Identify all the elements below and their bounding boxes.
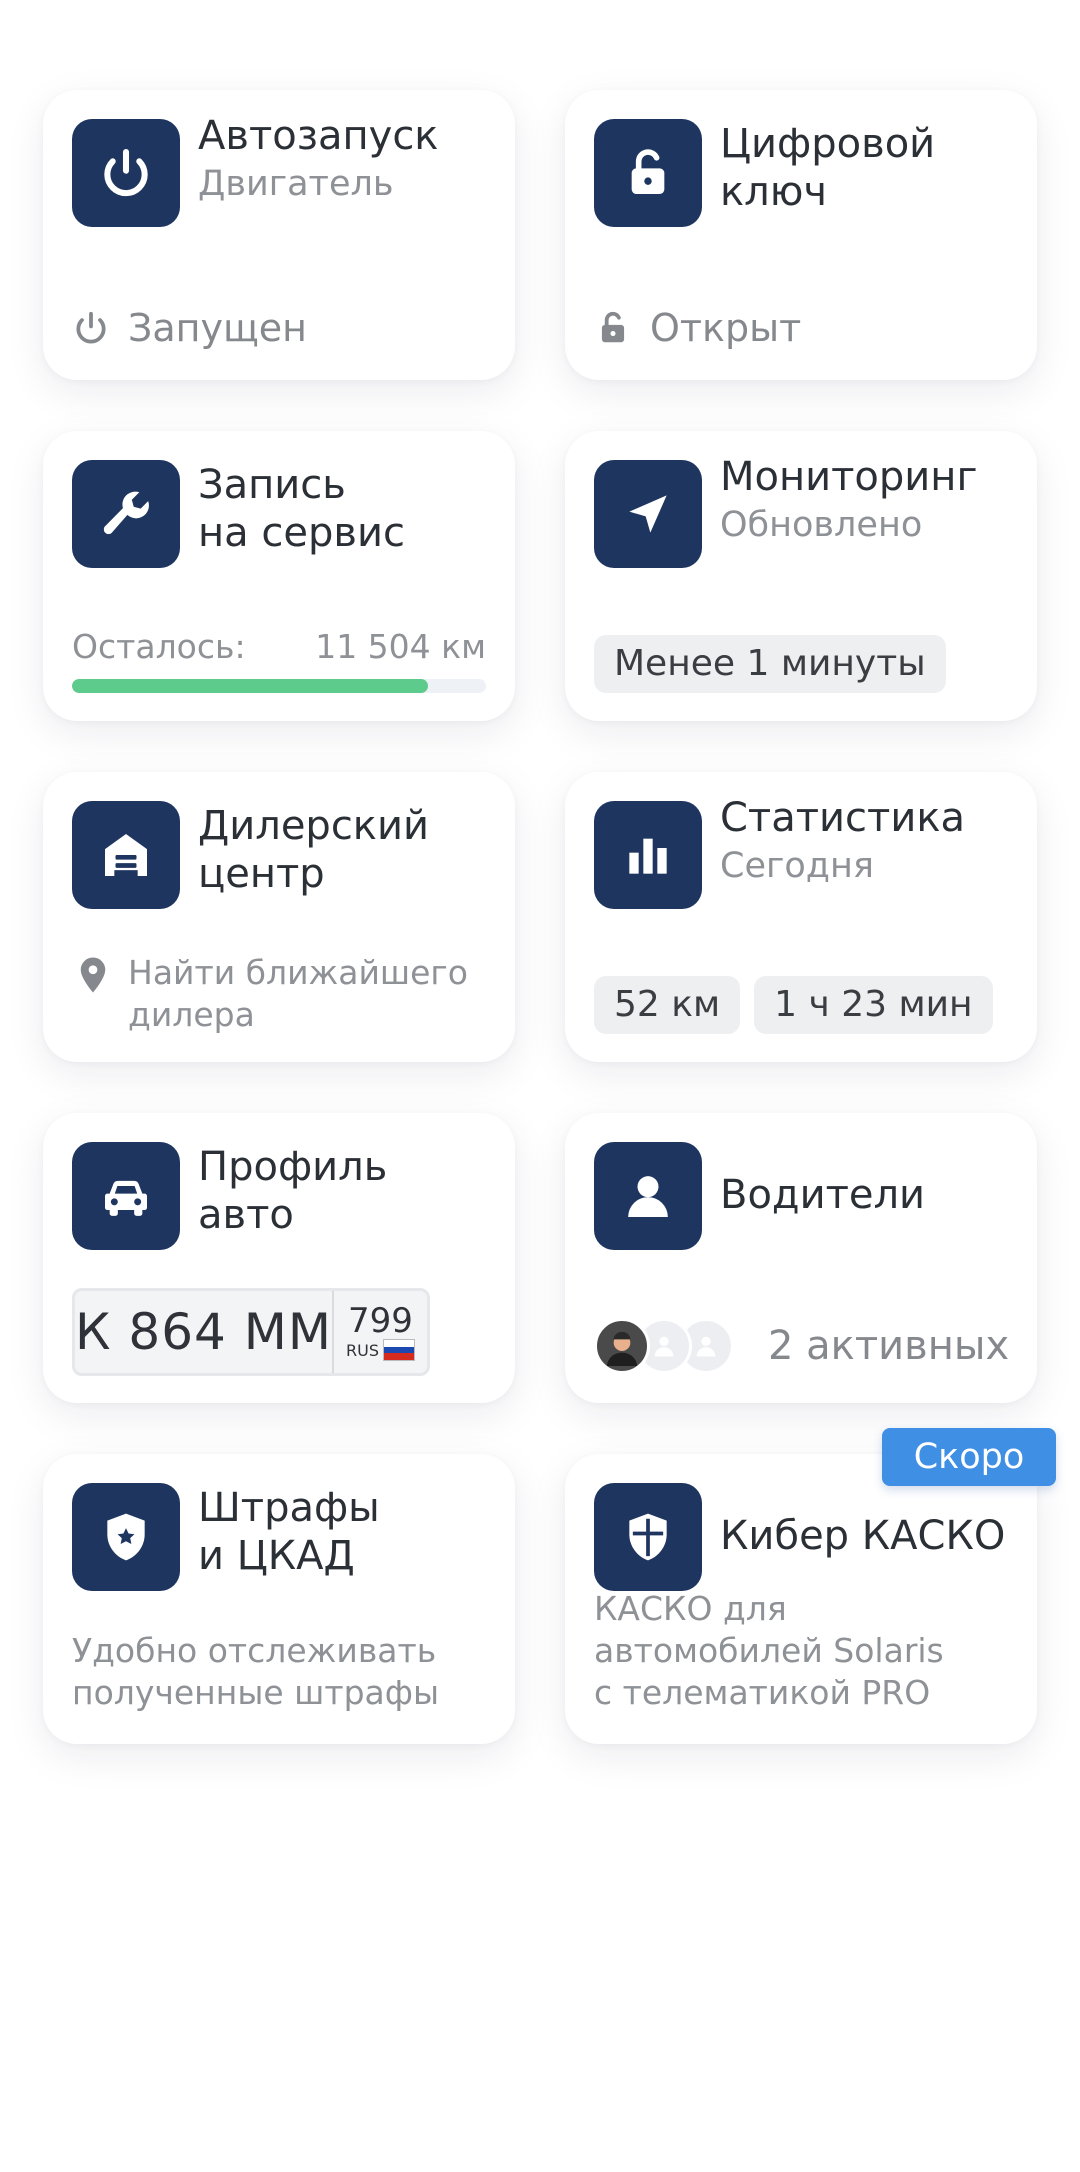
driver-avatar-photo [594,1318,650,1374]
car-profile-card[interactable]: Профиль авто К 864 ММ 799 RUS [43,1113,515,1403]
duration-chip: 1 ч 23 мин [754,976,993,1034]
drivers-title: Водители [720,1172,926,1218]
fines-title: Штрафы и ЦКАД [198,1485,380,1579]
digital-key-status: Открыт [594,306,801,350]
bar-chart-icon [594,801,702,909]
monitoring-subtitle: Обновлено [720,505,923,545]
autostart-card[interactable]: Автозапуск Двигатель Запущен [43,90,515,380]
monitoring-card[interactable]: Мониторинг Обновлено Менее 1 минуты [565,431,1037,721]
person-icon [594,1142,702,1250]
service-progress-bar [72,679,486,693]
power-small-icon [76,311,106,344]
license-plate: К 864 ММ 799 RUS [72,1288,430,1376]
location-pin-icon [80,957,106,993]
plate-number: К 864 ММ [75,1291,334,1373]
statistics-card[interactable]: Статистика Сегодня 52 км 1 ч 23 мин [565,772,1037,1062]
shield-icon [594,1483,702,1591]
service-progress-fill [72,679,429,693]
russia-flag-icon [382,1339,415,1361]
service-card[interactable]: Запись на сервис Осталось: 11 504 км [43,431,515,721]
autostart-status: Запущен [72,306,307,350]
drivers-card[interactable]: Водители 2 активных [565,1113,1037,1403]
car-icon [72,1142,180,1250]
monitoring-title: Мониторинг Обновлено [720,453,1027,549]
coming-soon-badge: Скоро [882,1428,1056,1486]
fines-description: Удобно отслеживать полученные штрафы [72,1631,440,1712]
autostart-subtitle: Двигатель [198,164,394,204]
cyber-kasko-card[interactable]: Кибер КАСКО КАСКО для автомобилей Solari… [565,1454,1037,1744]
digital-key-title: Цифровой ключ [720,121,936,215]
monitoring-updated-chip: Менее 1 минуты [594,635,946,693]
dealer-title: Дилерский центр [198,803,429,897]
car-profile-title: Профиль авто [198,1144,388,1238]
remaining-label: Осталось: [72,627,246,666]
power-icon [72,119,180,227]
cyber-kasko-description: КАСКО для автомобилей Solaris с телемати… [594,1589,944,1712]
remaining-value: 11 504 км [315,627,486,666]
autostart-title: Автозапуск Двигатель [198,112,505,208]
police-badge-icon [72,1483,180,1591]
unlock-icon [594,119,702,227]
service-remaining: Осталось: 11 504 км [72,627,486,666]
drivers-avatars: 2 активных [594,1318,1009,1374]
statistics-title: Статистика Сегодня [720,794,1027,890]
plate-region: 799 RUS [334,1291,427,1373]
garage-icon [72,801,180,909]
fines-card[interactable]: Штрафы и ЦКАД Удобно отслеживать получен… [43,1454,515,1744]
statistics-subtitle: Сегодня [720,846,874,886]
navigation-arrow-icon [594,460,702,568]
dealer-card[interactable]: Дилерский центр Найти ближайшего дилера [43,772,515,1062]
cyber-kasko-title: Кибер КАСКО [720,1513,1006,1559]
digital-key-card[interactable]: Цифровой ключ Открыт [565,90,1037,380]
find-dealer-link[interactable]: Найти ближайшего дилера [72,952,495,1036]
unlock-small-icon [601,311,625,343]
distance-chip: 52 км [594,976,741,1034]
service-title: Запись на сервис [198,462,405,556]
active-drivers-count: 2 активных [768,1323,1010,1369]
wrench-icon [72,460,180,568]
